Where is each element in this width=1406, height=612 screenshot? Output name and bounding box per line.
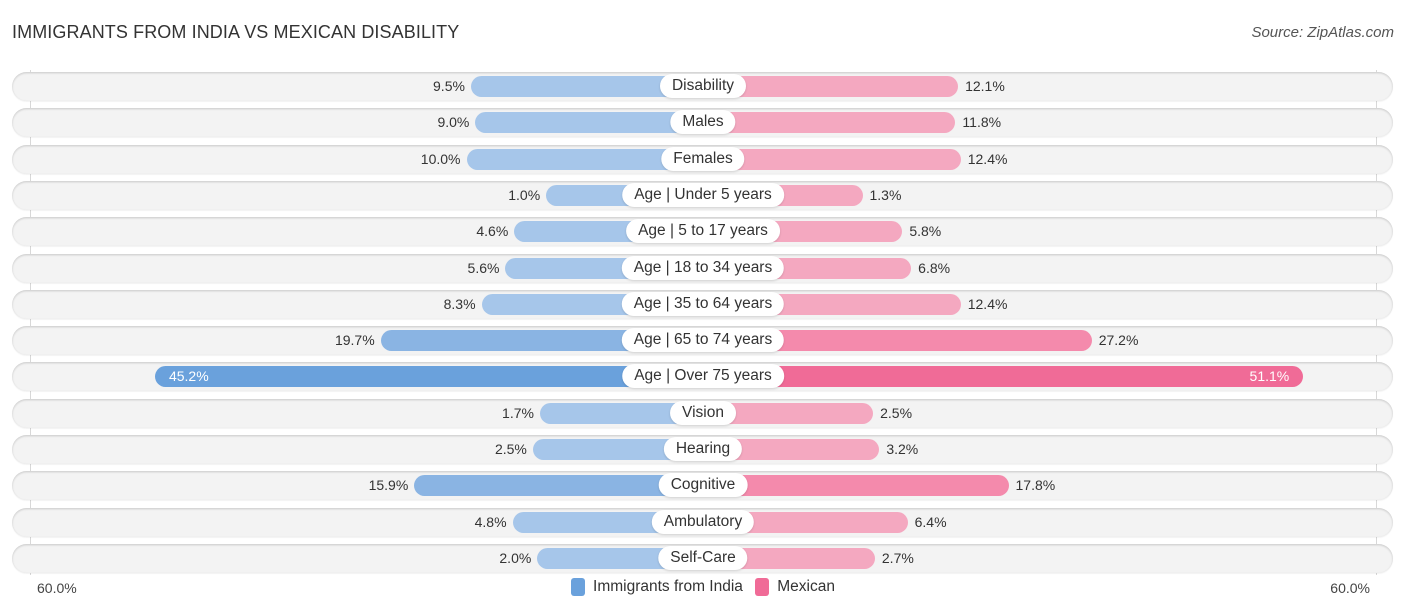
value-label-india: 8.3% bbox=[443, 296, 476, 312]
value-label-india: 4.8% bbox=[474, 514, 507, 530]
value-label-mexican: 17.8% bbox=[1015, 477, 1056, 493]
category-label: Age | Over 75 years bbox=[622, 364, 784, 388]
value-label-india: 5.6% bbox=[467, 260, 500, 276]
value-label-india: 9.5% bbox=[433, 78, 465, 94]
bar-mexican[interactable] bbox=[703, 366, 1304, 387]
legend-label-mexican: Mexican bbox=[777, 578, 835, 595]
value-label-mexican: 12.4% bbox=[967, 151, 1008, 167]
category-label: Age | 5 to 17 years bbox=[626, 219, 780, 243]
legend-item-mexican[interactable]: Mexican bbox=[755, 578, 835, 596]
category-label: Age | 18 to 34 years bbox=[621, 256, 785, 280]
legend-label-india: Immigrants from India bbox=[593, 578, 743, 595]
bar-mexican[interactable] bbox=[703, 475, 1009, 496]
value-label-mexican: 3.2% bbox=[886, 441, 919, 457]
value-label-india: 10.0% bbox=[420, 151, 461, 167]
source-credit: Source: ZipAtlas.com bbox=[1251, 24, 1394, 41]
value-label-mexican: 11.8% bbox=[962, 114, 1002, 130]
value-label-mexican: 5.8% bbox=[909, 223, 942, 239]
legend-item-india[interactable]: Immigrants from India bbox=[571, 578, 743, 596]
category-label: Age | 35 to 64 years bbox=[621, 292, 785, 316]
category-label: Age | Under 5 years bbox=[622, 183, 784, 207]
value-label-mexican: 6.8% bbox=[918, 260, 951, 276]
legend-swatch-india bbox=[571, 578, 586, 596]
category-label: Cognitive bbox=[658, 473, 748, 497]
value-label-india: 1.7% bbox=[502, 405, 534, 421]
value-label-mexican: 12.4% bbox=[967, 296, 1008, 312]
value-label-india: 4.6% bbox=[476, 223, 509, 239]
value-label-mexican: 27.2% bbox=[1098, 332, 1139, 348]
value-label-mexican: 51.1% bbox=[1249, 368, 1290, 384]
value-label-india: 45.2% bbox=[168, 368, 209, 384]
category-label: Age | 65 to 74 years bbox=[621, 328, 785, 352]
bar-india[interactable] bbox=[154, 366, 703, 387]
value-label-india: 19.7% bbox=[334, 332, 375, 348]
value-label-mexican: 12.1% bbox=[965, 78, 1005, 94]
legend: Immigrants from India Mexican bbox=[0, 578, 1406, 601]
value-label-india: 2.5% bbox=[494, 441, 527, 457]
category-label: Hearing bbox=[663, 437, 743, 461]
category-label: Vision bbox=[670, 401, 736, 425]
legend-swatch-mexican bbox=[755, 578, 770, 596]
value-label-mexican: 2.5% bbox=[880, 405, 913, 421]
value-label-india: 1.0% bbox=[508, 187, 541, 203]
value-label-india: 2.0% bbox=[499, 550, 532, 566]
value-label-mexican: 6.4% bbox=[914, 514, 947, 530]
value-label-india: 15.9% bbox=[368, 477, 409, 493]
value-label-mexican: 1.3% bbox=[869, 187, 902, 203]
bar-mexican[interactable] bbox=[703, 112, 956, 133]
chart-title: IMMIGRANTS FROM INDIA VS MEXICAN DISABIL… bbox=[12, 22, 460, 42]
category-label: Self-Care bbox=[658, 546, 748, 570]
value-label-mexican: 2.7% bbox=[881, 550, 914, 566]
value-label-india: 9.0% bbox=[437, 114, 470, 130]
category-label: Ambulatory bbox=[651, 510, 755, 534]
category-label: Disability bbox=[659, 74, 747, 98]
category-label: Females bbox=[661, 147, 745, 171]
category-label: Males bbox=[670, 110, 736, 134]
bar-india[interactable] bbox=[475, 112, 703, 133]
